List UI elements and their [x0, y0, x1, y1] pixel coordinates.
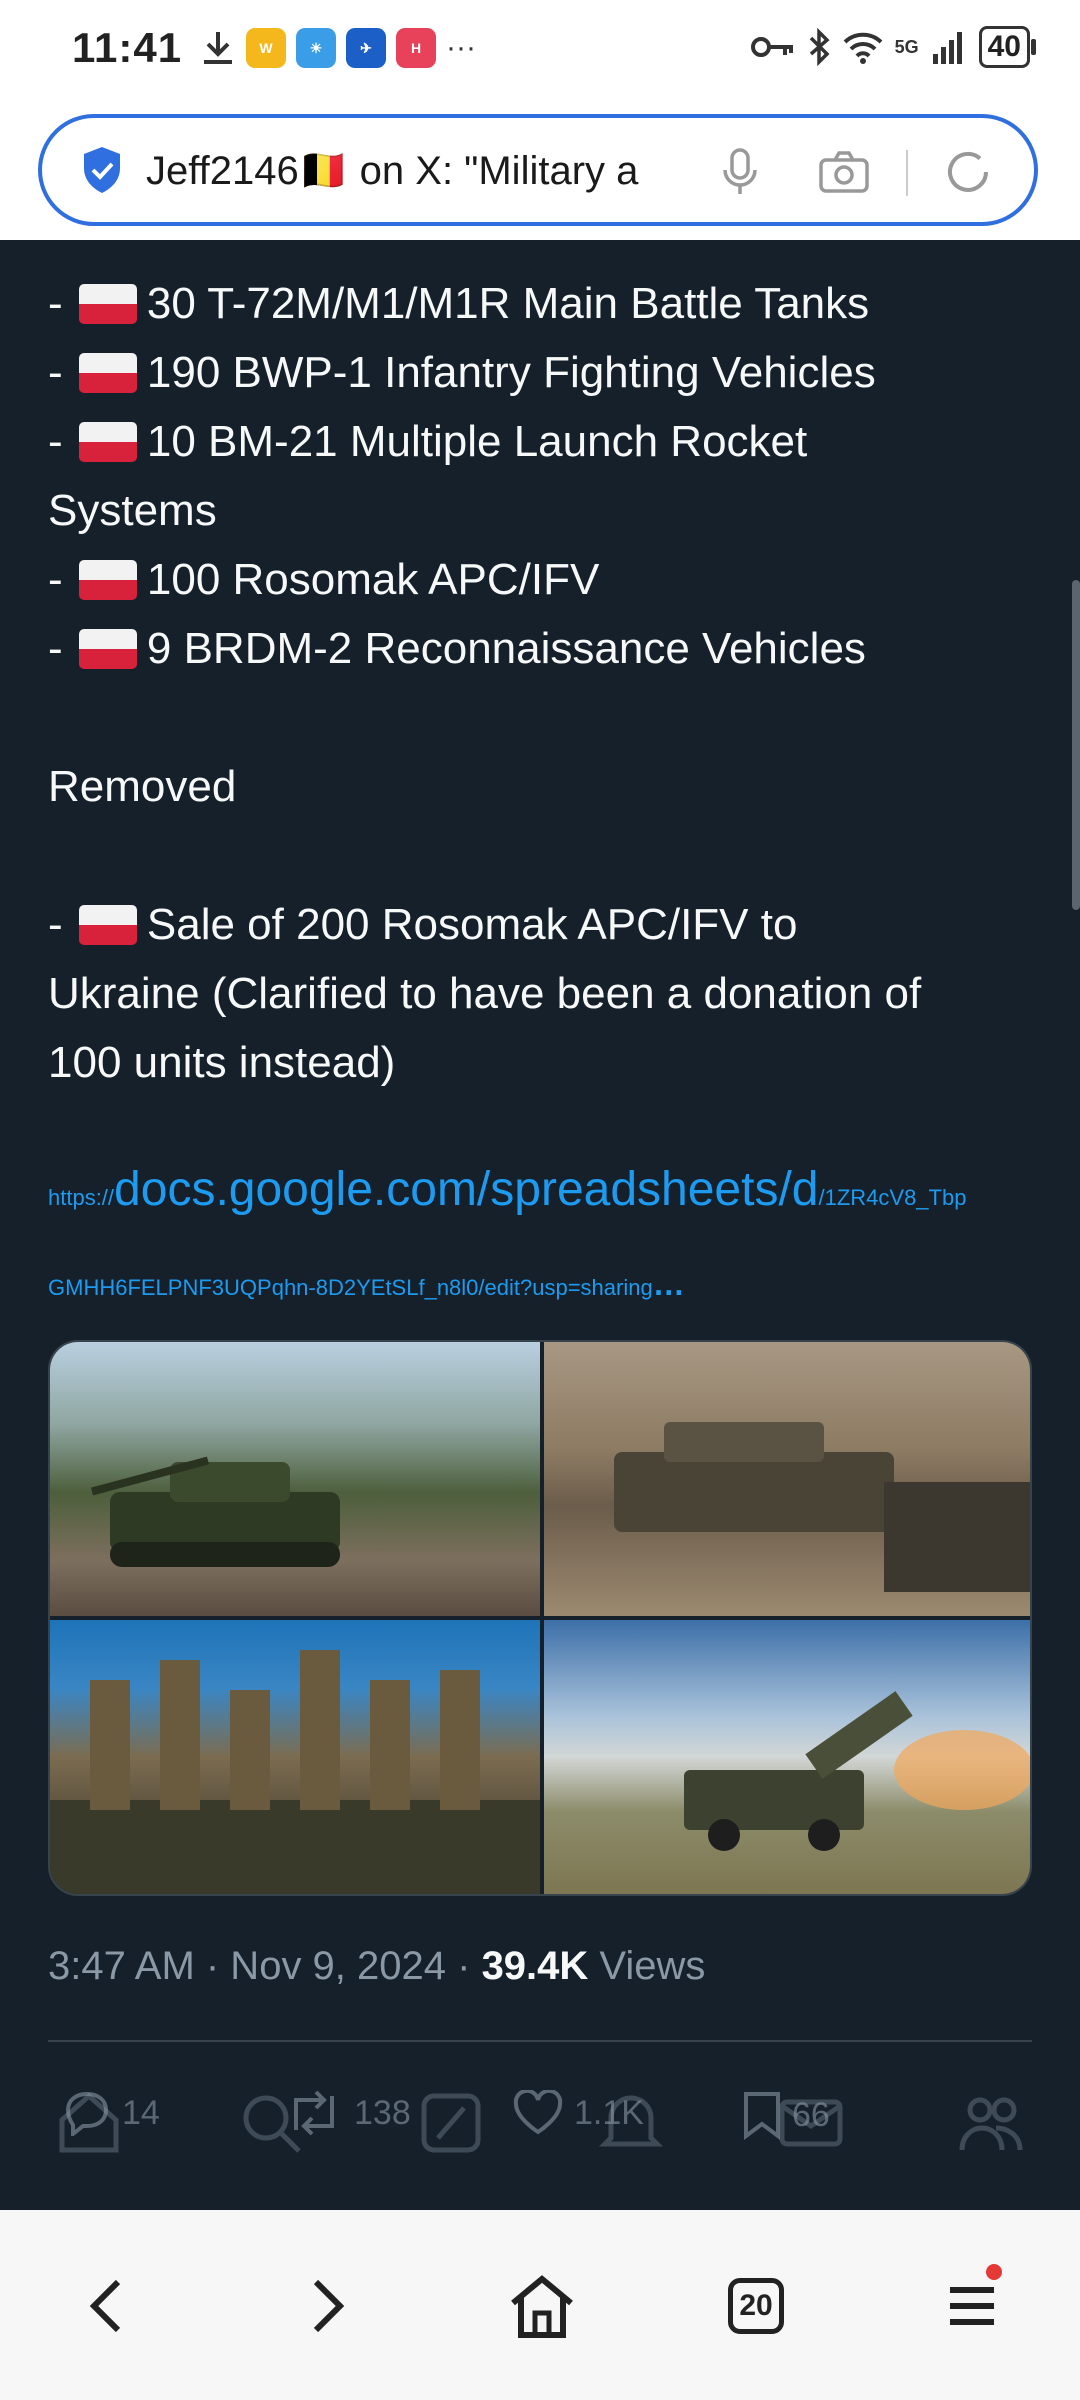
heart-icon — [513, 2090, 563, 2135]
views-count: 39.4K — [481, 1944, 589, 1988]
poland-flag-icon — [78, 560, 137, 600]
repost-count: 138 — [354, 2093, 411, 2132]
back-arrow-icon — [89, 2279, 121, 2333]
repost-icon — [294, 2090, 334, 2136]
address-bar-divider — [906, 150, 908, 196]
forward-button[interactable] — [292, 2270, 364, 2342]
like-button[interactable]: 1.1K — [512, 2090, 644, 2136]
forward-arrow-icon — [313, 2279, 345, 2333]
post-time: 3:47 AM · Nov 9, 2024 · — [48, 1944, 482, 1988]
browser-toolbar: Jeff2146🇧🇪 on X: "Military a — [0, 100, 1080, 240]
section-heading-removed: Removed — [48, 762, 237, 811]
list-item: - 9 BRDM-2 Reconnaissance Vehicles — [48, 624, 866, 673]
download-icon — [204, 32, 232, 64]
status-bar: 11:41 W ☀ ✈ H ··· 5G 40 — [0, 0, 1080, 100]
poland-flag-icon — [78, 284, 137, 324]
poland-flag-icon — [78, 422, 137, 462]
media-image-ifv[interactable] — [544, 1342, 1030, 1616]
airline-app-icon: ✈ — [346, 28, 386, 68]
browser-bottom-nav: 20 — [0, 2210, 1080, 2400]
spreadsheet-link-line2[interactable]: GMHH6FELPNF3UQPqhn-8D2YEtSLf_n8l0/edit?u… — [48, 1266, 685, 1303]
battery-indicator: 40 — [978, 26, 1037, 68]
list-item: - 190 BWP-1 Infantry Fighting Vehicles — [48, 348, 876, 397]
tweet-content: - 30 T-72M/M1/M1R Main Battle Tanks - 19… — [0, 240, 1080, 2210]
list-item: - 100 Rosomak APC/IFV — [48, 555, 600, 604]
list-item-text: 9 BRDM-2 Reconnaissance Vehicles — [146, 624, 866, 673]
huawei-app-icon: H — [396, 28, 436, 68]
link-suffix[interactable]: /1ZR4cV8_Tbp — [818, 1185, 966, 1210]
url-text[interactable]: Jeff2146🇧🇪 on X: "Military a — [146, 147, 676, 194]
tweet-actions: 14 138 1.1K 66 — [0, 2060, 1080, 2210]
communities-nav-icon[interactable] — [956, 2088, 1026, 2158]
list-item-text: Sale of 200 Rosomak APC/IFV to — [146, 900, 798, 949]
list-item: - Sale of 200 Rosomak APC/IFV to — [48, 900, 798, 949]
poland-flag-icon — [78, 629, 137, 669]
reply-button[interactable]: 14 — [62, 2090, 160, 2136]
reply-count: 14 — [122, 2093, 160, 2132]
menu-notification-dot — [986, 2264, 1002, 2280]
bookmark-button[interactable]: 66 — [742, 2090, 830, 2140]
bookmark-icon — [744, 2092, 780, 2140]
back-button[interactable] — [70, 2270, 142, 2342]
list-item-continuation: Ukraine (Clarified to have been a donati… — [48, 969, 922, 1018]
wifi-icon — [843, 32, 882, 64]
link-prefix[interactable]: https:// — [48, 1185, 114, 1210]
list-item-text: 100 Rosomak APC/IFV — [146, 555, 600, 604]
list-item-text: 10 BM-21 Multiple Launch Rocket — [146, 417, 808, 466]
bluetooth-icon — [809, 28, 830, 66]
network-type-label: 5G — [894, 36, 919, 57]
weather-app-icon: ☀ — [296, 28, 336, 68]
tab-count: 20 — [728, 2278, 784, 2334]
menu-button[interactable] — [936, 2264, 1008, 2342]
reload-icon[interactable] — [942, 146, 994, 198]
more-notifications-icon: ··· — [446, 31, 476, 64]
bookmark-count: 66 — [792, 2095, 830, 2134]
list-item-continuation: Systems — [48, 486, 217, 535]
link-path[interactable]: GMHH6FELPNF3UQPqhn-8D2YEtSLf_n8l0/edit?u… — [48, 1275, 653, 1300]
link-ellipsis[interactable]: … — [653, 1266, 685, 1302]
camera-icon[interactable] — [818, 146, 870, 198]
media-image-soldiers[interactable] — [50, 1620, 540, 1894]
list-item: - 30 T-72M/M1/M1R Main Battle Tanks — [48, 279, 870, 328]
signal-icon — [932, 32, 962, 64]
poland-flag-icon — [78, 905, 137, 945]
system-indicators: 5G 40 — [750, 26, 1037, 68]
reply-icon — [65, 2091, 109, 2136]
link-domain[interactable]: docs.google.com/spreadsheets/d — [114, 1163, 818, 1216]
menu-icon — [950, 2287, 994, 2325]
media-image-rocket-launcher[interactable] — [544, 1620, 1030, 1894]
list-item-continuation: 100 units instead) — [48, 1038, 396, 1087]
home-icon — [511, 2275, 573, 2338]
divider — [48, 2040, 1032, 2042]
weibo-app-icon: W — [246, 28, 286, 68]
security-shield-icon[interactable] — [80, 145, 124, 195]
spreadsheet-link[interactable]: https://docs.google.com/spreadsheets/d/1… — [48, 1162, 966, 1217]
page-scrollbar[interactable] — [1072, 580, 1080, 910]
notification-icons: W ☀ ✈ H ··· — [200, 28, 476, 68]
media-image-tank[interactable] — [50, 1342, 540, 1616]
grok-nav-icon[interactable] — [416, 2088, 486, 2158]
list-item: - 10 BM-21 Multiple Launch Rocket — [48, 417, 808, 466]
tweet-media-grid[interactable] — [48, 1340, 1032, 1896]
microphone-icon[interactable] — [714, 146, 766, 198]
views-label: Views — [588, 1944, 706, 1988]
home-button[interactable] — [506, 2270, 578, 2342]
tweet-timestamp: 3:47 AM · Nov 9, 2024 · 39.4K Views — [48, 1944, 705, 1989]
key-icon — [750, 37, 793, 57]
repost-button[interactable]: 138 — [284, 2090, 411, 2136]
list-item-text: 190 BWP-1 Infantry Fighting Vehicles — [146, 348, 876, 397]
like-count: 1.1K — [574, 2093, 644, 2132]
poland-flag-icon — [78, 353, 137, 393]
list-item-text: 30 T-72M/M1/M1R Main Battle Tanks — [146, 279, 870, 328]
tabs-button[interactable]: 20 — [720, 2270, 792, 2342]
address-bar[interactable]: Jeff2146🇧🇪 on X: "Military a — [38, 114, 1038, 226]
status-time: 11:41 — [72, 24, 183, 71]
